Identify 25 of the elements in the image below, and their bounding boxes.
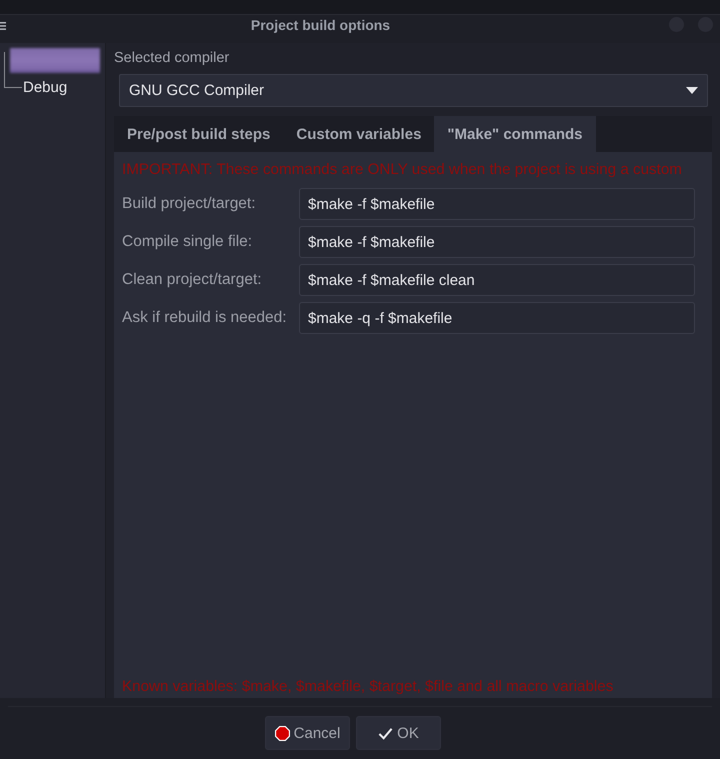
command-input[interactable]: $make -f $makefile — [299, 188, 695, 220]
field-label: Build project/target: — [122, 195, 257, 213]
field-label: Clean project/target: — [122, 271, 263, 289]
tree-item[interactable]: Debug — [23, 79, 68, 97]
compiler-dropdown[interactable]: GNU GCC Compiler — [119, 74, 708, 107]
tab[interactable]: Pre/post build steps — [114, 116, 284, 152]
ok-button[interactable]: OK — [356, 716, 441, 750]
tree-connector-line — [4, 52, 22, 88]
window-title: Project build options — [250, 17, 392, 34]
checkmark-icon — [378, 726, 394, 740]
command-input[interactable]: $make -f $makefile — [299, 226, 695, 258]
tab[interactable]: "Make" commands — [434, 116, 596, 152]
field-label: Selected compiler — [114, 50, 230, 67]
field-label: Ask if rebuild is needed: — [122, 309, 288, 327]
command-input[interactable]: $make -f $makefile clean — [299, 264, 695, 296]
field-label: Compile single file: — [122, 233, 254, 251]
warning-text: IMPORTANT: These commands are ONLY used when the project is using a custom — [122, 160, 682, 180]
known-variables-text: Known variables: $make, $makefile, $target, $file and all macro variables — [122, 677, 614, 697]
command-input[interactable]: $make -q -f $makefile — [299, 302, 695, 334]
stop-icon — [274, 726, 290, 740]
menu-icon[interactable] — [0, 22, 6, 30]
tab[interactable]: Custom variables — [283, 116, 434, 152]
caret-down-icon — [686, 87, 698, 94]
blurred-tree-item[interactable] — [10, 48, 100, 73]
cancel-button[interactable]: Cancel — [265, 716, 350, 750]
